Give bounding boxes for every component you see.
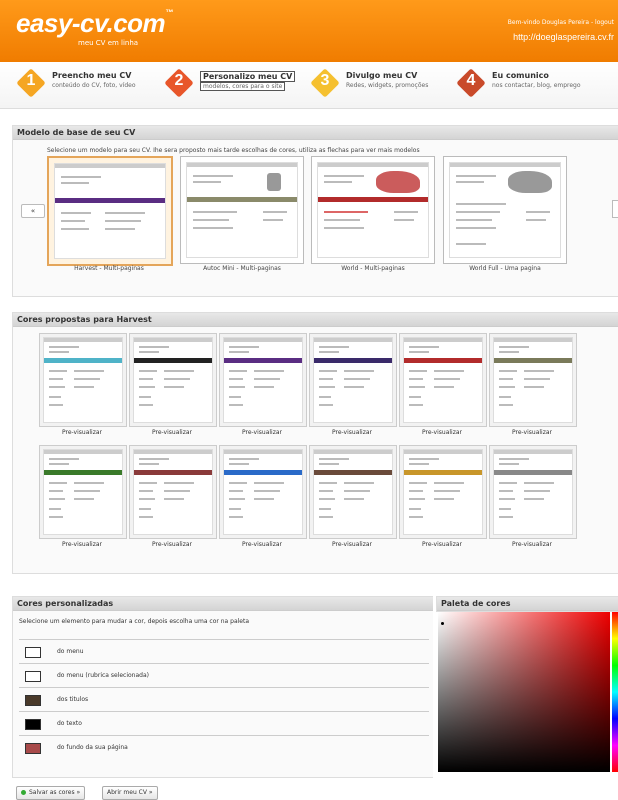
model-thumbnail[interactable] bbox=[311, 156, 435, 264]
color-swatch[interactable] bbox=[25, 647, 41, 658]
preview-link[interactable]: Pre-visualizar bbox=[309, 429, 395, 436]
model-card[interactable]: World - Multi-paginas bbox=[311, 156, 435, 272]
models-panel-title: Modelo de base de seu CV bbox=[13, 126, 618, 140]
preview-link[interactable]: Pre-visualizar bbox=[39, 429, 125, 436]
color-variant-thumbnail[interactable] bbox=[399, 445, 487, 539]
color-variant-thumbnail[interactable] bbox=[39, 333, 127, 427]
model-label: Harvest - Multi-paginas bbox=[74, 265, 144, 272]
logo-domain: .com bbox=[106, 8, 166, 38]
save-icon bbox=[21, 790, 26, 795]
logo[interactable]: easy-cv.com™ bbox=[16, 8, 173, 39]
step-share-cv[interactable]: 3 Divulgo meu CV Redes, widgets, promoçõ… bbox=[310, 66, 452, 104]
save-colors-button[interactable]: Salvar as cores » bbox=[16, 786, 86, 800]
color-element-text[interactable]: do texto bbox=[19, 711, 429, 735]
color-element-titles[interactable]: dos titulos bbox=[19, 687, 429, 711]
model-thumbnail[interactable] bbox=[47, 156, 173, 266]
color-variant-thumbnail[interactable] bbox=[309, 445, 397, 539]
step-subtitle: modelos, cores para o site bbox=[200, 82, 286, 91]
custom-instruction: Selecione um elemento para mudar a cor, … bbox=[19, 618, 250, 625]
preview-link[interactable]: Pre-visualizar bbox=[399, 541, 485, 548]
step-title: Divulgo meu CV bbox=[346, 71, 418, 80]
step-number: 2 bbox=[174, 72, 184, 89]
colors-panel: Cores propostas para Harvest Pre-visuali… bbox=[12, 312, 618, 574]
color-element-label: do menu (rubrica selecionada) bbox=[57, 672, 149, 679]
preview-link[interactable]: Pre-visualizar bbox=[219, 429, 305, 436]
color-swatch[interactable] bbox=[25, 719, 41, 730]
steps-bar: 1 Preencho meu CV conteúdo do CV, foto, … bbox=[0, 62, 618, 109]
color-element-menu[interactable]: do menu bbox=[19, 639, 429, 663]
next-models-button[interactable] bbox=[612, 200, 618, 218]
color-variant-thumbnail[interactable] bbox=[489, 333, 577, 427]
model-thumbnail[interactable] bbox=[443, 156, 567, 264]
color-variant-thumbnail[interactable] bbox=[129, 445, 217, 539]
preview-link[interactable]: Pre-visualizar bbox=[399, 429, 485, 436]
step-communicate[interactable]: 4 Eu comunico nos contactar, blog, empre… bbox=[456, 66, 608, 104]
logo-main: easy-cv bbox=[16, 8, 107, 38]
preview-link[interactable]: Pre-visualizar bbox=[129, 541, 215, 548]
open-cv-button[interactable]: Abrir meu CV » bbox=[102, 786, 158, 800]
step-subtitle: nos contactar, blog, emprego bbox=[492, 82, 581, 89]
tagline: meu CV em linha bbox=[78, 39, 139, 47]
custom-colors-panel: Cores personalizadas Selecione um elemen… bbox=[12, 596, 433, 778]
color-variant-thumbnail[interactable] bbox=[309, 333, 397, 427]
step-title: Eu comunico bbox=[492, 71, 549, 80]
color-variant-thumbnail[interactable] bbox=[129, 333, 217, 427]
model-card[interactable]: World Full - Uma pagina bbox=[443, 156, 567, 272]
header: easy-cv.com™ meu CV em linha Bem-vindo D… bbox=[0, 0, 618, 62]
site-url[interactable]: http://doeglaspereira.cv.fr bbox=[513, 32, 614, 42]
step-number: 1 bbox=[26, 72, 36, 89]
preview-link[interactable]: Pre-visualizar bbox=[219, 541, 305, 548]
save-colors-label: Salvar as cores » bbox=[29, 789, 81, 796]
colors-panel-title: Cores propostas para Harvest bbox=[13, 313, 618, 327]
color-element-label: do texto bbox=[57, 720, 82, 727]
model-label: Autoc Mini - Multi-paginas bbox=[203, 265, 281, 272]
custom-colors-title: Cores personalizadas bbox=[13, 597, 433, 611]
palette-panel-title: Paleta de cores bbox=[437, 597, 618, 611]
step-number: 3 bbox=[320, 72, 330, 89]
color-picker-field[interactable] bbox=[438, 612, 610, 772]
palette-panel: Paleta de cores bbox=[436, 596, 618, 612]
picker-cursor[interactable] bbox=[441, 622, 444, 625]
color-variant-thumbnail[interactable] bbox=[39, 445, 127, 539]
color-swatch[interactable] bbox=[25, 695, 41, 706]
step-customize-cv[interactable]: 2 Personalizo meu CV modelos, cores para… bbox=[164, 66, 306, 104]
step-title: Personalizo meu CV bbox=[200, 71, 296, 82]
models-panel: Modelo de base de seu CV Selecione um mo… bbox=[12, 125, 618, 297]
step-fill-cv[interactable]: 1 Preencho meu CV conteúdo do CV, foto, … bbox=[16, 66, 158, 104]
color-variant-thumbnail[interactable] bbox=[489, 445, 577, 539]
preview-link[interactable]: Pre-visualizar bbox=[489, 541, 575, 548]
preview-link[interactable]: Pre-visualizar bbox=[309, 541, 395, 548]
color-swatch[interactable] bbox=[25, 743, 41, 754]
step-subtitle: conteúdo do CV, foto, vídeo bbox=[52, 82, 136, 89]
model-label: World - Multi-paginas bbox=[341, 265, 405, 272]
welcome-text[interactable]: Bem-vindo Douglas Pereira - logout bbox=[508, 19, 614, 26]
preview-link[interactable]: Pre-visualizar bbox=[39, 541, 125, 548]
hue-slider[interactable] bbox=[612, 612, 618, 772]
color-element-background[interactable]: do fundo da sua página bbox=[19, 735, 429, 759]
color-variant-thumbnail[interactable] bbox=[399, 333, 487, 427]
model-thumbnail[interactable] bbox=[180, 156, 304, 264]
step-number: 4 bbox=[466, 72, 476, 89]
prev-models-button[interactable]: « bbox=[21, 204, 45, 218]
color-variant-thumbnail[interactable] bbox=[219, 333, 307, 427]
color-element-label: do fundo da sua página bbox=[57, 744, 128, 751]
color-element-menu-selected[interactable]: do menu (rubrica selecionada) bbox=[19, 663, 429, 687]
step-subtitle: Redes, widgets, promoções bbox=[346, 82, 429, 89]
color-element-label: dos titulos bbox=[57, 696, 89, 703]
open-cv-label: Abrir meu CV » bbox=[107, 789, 153, 796]
model-label: World Full - Uma pagina bbox=[469, 265, 541, 272]
models-instruction: Selecione um modelo para seu CV. Ihe ser… bbox=[47, 147, 420, 154]
model-card[interactable]: Autoc Mini - Multi-paginas bbox=[180, 156, 304, 272]
color-variant-thumbnail[interactable] bbox=[219, 445, 307, 539]
preview-link[interactable]: Pre-visualizar bbox=[129, 429, 215, 436]
model-card[interactable]: Harvest - Multi-paginas bbox=[47, 156, 173, 272]
step-title: Preencho meu CV bbox=[52, 71, 132, 80]
color-element-label: do menu bbox=[57, 648, 84, 655]
preview-link[interactable]: Pre-visualizar bbox=[489, 429, 575, 436]
color-swatch[interactable] bbox=[25, 671, 41, 682]
